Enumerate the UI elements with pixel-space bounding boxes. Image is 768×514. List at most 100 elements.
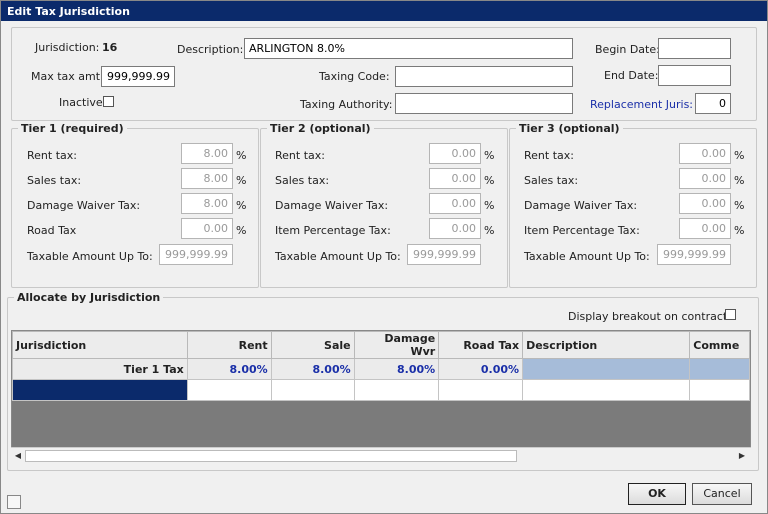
- ok-button[interactable]: OK: [628, 483, 686, 505]
- cell-rent: 8.00%: [186, 358, 272, 380]
- cell-description: [522, 358, 691, 380]
- tier-1-damage-input[interactable]: 8.00: [181, 193, 233, 214]
- tier-1-rent-label: Rent tax:: [27, 149, 77, 162]
- edit-tax-jurisdiction-dialog: Edit Tax Jurisdiction Jurisdiction: 16 D…: [0, 0, 768, 514]
- cell-new-sale[interactable]: [270, 379, 355, 401]
- taxing-code-input[interactable]: [395, 66, 573, 87]
- tier-2-damage-label: Damage Waiver Tax:: [275, 199, 389, 212]
- scrollbar-thumb[interactable]: [25, 450, 517, 462]
- tier-1-road-input[interactable]: 0.00: [181, 218, 233, 239]
- cell-damage-wvr: 8.00%: [353, 358, 440, 380]
- taxing-authority-input[interactable]: [395, 93, 573, 114]
- taxing-authority-label: Taxing Authority:: [300, 98, 393, 111]
- cancel-button[interactable]: Cancel: [692, 483, 752, 505]
- tier-1-sales-input[interactable]: 8.00: [181, 168, 233, 189]
- description-label: Description:: [177, 43, 244, 56]
- tier-2-rent-input[interactable]: 0.00: [429, 143, 481, 164]
- cell-new-road-tax[interactable]: [438, 379, 524, 401]
- breakout-checkbox[interactable]: [725, 309, 736, 320]
- breakout-label: Display breakout on contract: [568, 310, 728, 323]
- col-road-tax[interactable]: Road Tax: [438, 331, 524, 359]
- tier-1-legend: Tier 1 (required): [21, 122, 124, 135]
- tier-2-legend: Tier 2 (optional): [270, 122, 371, 135]
- tier-3-sales-unit: %: [734, 174, 745, 187]
- cell-new-jurisdiction[interactable]: [12, 379, 188, 401]
- jurisdiction-grid: Jurisdiction Rent Sale Damage Wvr Road T…: [11, 330, 751, 464]
- tier-2-taxable-input[interactable]: 999,999.99: [407, 244, 481, 265]
- resize-grip-icon[interactable]: [7, 495, 21, 509]
- inactive-label: Inactive: [59, 96, 103, 109]
- cell-road-tax: 0.00%: [438, 358, 524, 380]
- description-input[interactable]: ARLINGTON 8.0%: [244, 38, 573, 59]
- cell-new-rent[interactable]: [186, 379, 272, 401]
- begin-date-label: Begin Date:: [595, 43, 660, 56]
- tier-3-sales-label: Sales tax:: [524, 174, 579, 187]
- tier-2-damage-unit: %: [484, 199, 495, 212]
- col-description[interactable]: Description: [522, 331, 691, 359]
- taxing-code-label: Taxing Code:: [319, 70, 390, 83]
- scroll-right-icon[interactable]: ▶: [735, 449, 749, 463]
- replacement-juris-input[interactable]: 0: [695, 93, 731, 114]
- tier-1-sales-label: Sales tax:: [27, 174, 82, 187]
- jurisdiction-label: Jurisdiction:: [35, 41, 100, 54]
- tier-3-rent-label: Rent tax:: [524, 149, 574, 162]
- tier-2-item-input[interactable]: 0.00: [429, 218, 481, 239]
- end-date-input[interactable]: [658, 65, 731, 86]
- grid-horizontal-scrollbar[interactable]: ◀ ▶: [11, 447, 751, 464]
- tier-3-legend: Tier 3 (optional): [519, 122, 620, 135]
- col-rent[interactable]: Rent: [186, 331, 272, 359]
- max-tax-input[interactable]: 999,999.99: [101, 66, 175, 87]
- begin-date-input[interactable]: [658, 38, 731, 59]
- tier-1-sales-unit: %: [236, 174, 247, 187]
- tier-3-sales-input[interactable]: 0.00: [679, 168, 731, 189]
- tier-3-rent-unit: %: [734, 149, 745, 162]
- replacement-juris-link[interactable]: Replacement Juris:: [590, 98, 693, 111]
- grid-header-row: Jurisdiction Rent Sale Damage Wvr Road T…: [12, 331, 750, 359]
- cell-jurisdiction: Tier 1 Tax: [12, 358, 188, 380]
- tier-3-item-label: Item Percentage Tax:: [524, 224, 640, 237]
- col-damage-wvr[interactable]: Damage Wvr: [353, 331, 440, 359]
- cell-new-damage-wvr[interactable]: [353, 379, 440, 401]
- tier-2-damage-input[interactable]: 0.00: [429, 193, 481, 214]
- col-comments[interactable]: Comme: [689, 331, 750, 359]
- tier-2-sales-input[interactable]: 0.00: [429, 168, 481, 189]
- tier-2-item-label: Item Percentage Tax:: [275, 224, 391, 237]
- tier-2-rent-unit: %: [484, 149, 495, 162]
- scroll-left-icon[interactable]: ◀: [11, 449, 25, 463]
- tier-1-rent-unit: %: [236, 149, 247, 162]
- tier-2-sales-unit: %: [484, 174, 495, 187]
- tier-3-damage-unit: %: [734, 199, 745, 212]
- table-row[interactable]: Tier 1 Tax 8.00% 8.00% 8.00% 0.00%: [12, 358, 750, 380]
- col-jurisdiction[interactable]: Jurisdiction: [12, 331, 188, 359]
- jurisdiction-value: 16: [102, 41, 118, 54]
- tier-1-taxable-input[interactable]: 999,999.99: [159, 244, 233, 265]
- window-title: Edit Tax Jurisdiction: [1, 1, 767, 21]
- tier-3-taxable-input[interactable]: 999,999.99: [657, 244, 731, 265]
- tier-2-taxable-label: Taxable Amount Up To:: [275, 250, 401, 263]
- tier-2-rent-label: Rent tax:: [275, 149, 325, 162]
- tier-2-sales-label: Sales tax:: [275, 174, 330, 187]
- cell-sale: 8.00%: [270, 358, 355, 380]
- tier-1-road-label: Road Tax: [27, 224, 77, 237]
- col-sale[interactable]: Sale: [270, 331, 355, 359]
- cell-comments: [689, 358, 750, 380]
- tier-1-rent-input[interactable]: 8.00: [181, 143, 233, 164]
- cell-new-description[interactable]: [522, 379, 691, 401]
- tier-2-item-unit: %: [484, 224, 495, 237]
- tier-3-rent-input[interactable]: 0.00: [679, 143, 731, 164]
- table-row-new[interactable]: [12, 379, 750, 401]
- cell-new-comments[interactable]: [689, 379, 750, 401]
- max-tax-label: Max tax amt:: [31, 70, 104, 83]
- allocate-legend: Allocate by Jurisdiction: [17, 291, 161, 304]
- tier-3-damage-label: Damage Waiver Tax:: [524, 199, 638, 212]
- inactive-checkbox[interactable]: [103, 96, 114, 107]
- tier-3-item-unit: %: [734, 224, 745, 237]
- tier-3-taxable-label: Taxable Amount Up To:: [524, 250, 650, 263]
- tier-1-damage-label: Damage Waiver Tax:: [27, 199, 141, 212]
- tier-3-damage-input[interactable]: 0.00: [679, 193, 731, 214]
- tier-1-road-unit: %: [236, 224, 247, 237]
- tier-1-taxable-label: Taxable Amount Up To:: [27, 250, 153, 263]
- end-date-label: End Date:: [604, 69, 659, 82]
- tier-1-damage-unit: %: [236, 199, 247, 212]
- tier-3-item-input[interactable]: 0.00: [679, 218, 731, 239]
